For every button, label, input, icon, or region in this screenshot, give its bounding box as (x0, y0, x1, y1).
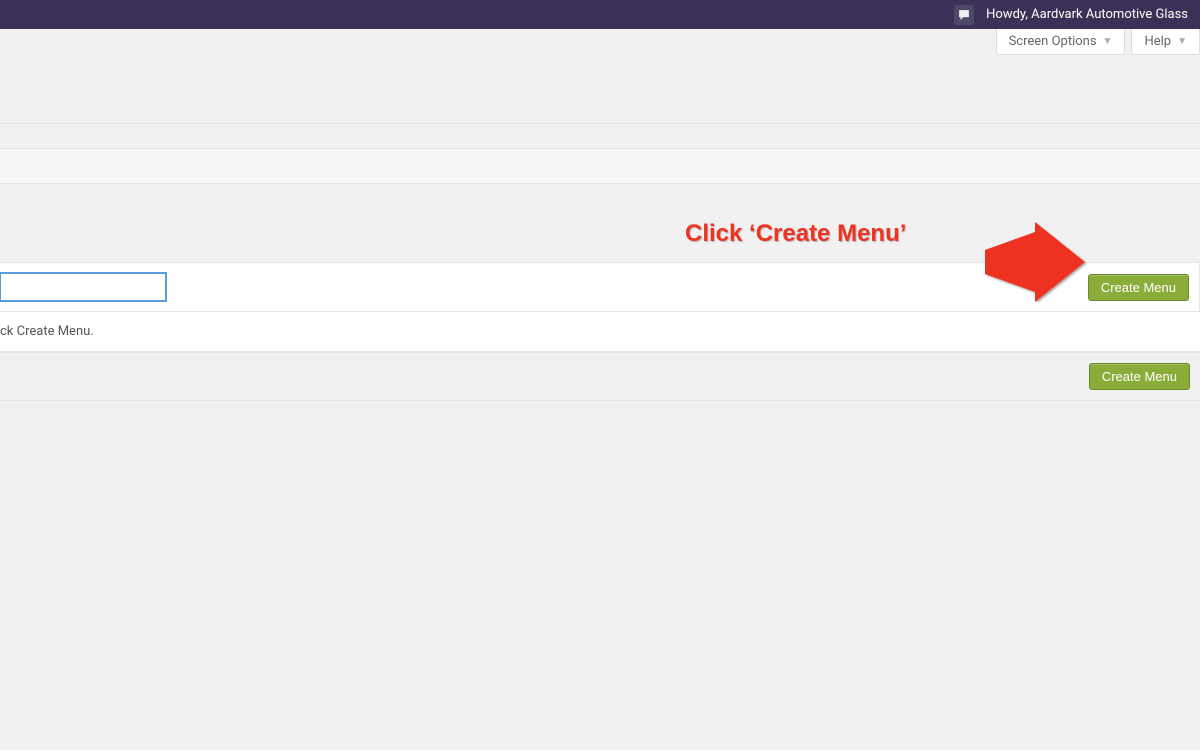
chevron-down-icon: ▼ (1103, 36, 1113, 47)
help-tab[interactable]: Help ▼ (1131, 29, 1200, 55)
nav-tab-wrapper (0, 148, 1200, 184)
howdy-text[interactable]: Howdy, Aardvark Automotive Glass (986, 7, 1192, 22)
screen-options-tab[interactable]: Screen Options ▼ (996, 29, 1126, 55)
annotation-callout: Click ‘Create Menu’ (685, 220, 906, 248)
annotation-text: Click ‘Create Menu’ (685, 220, 906, 248)
menu-body-hint: ck Create Menu. (0, 324, 94, 339)
help-label: Help (1144, 34, 1171, 49)
menu-footer-bar: Create Menu (0, 352, 1200, 401)
annotation-arrow-icon (980, 222, 1090, 302)
menu-name-input[interactable] (0, 273, 166, 301)
menu-body: ck Create Menu. (0, 312, 1200, 352)
admin-bar: Howdy, Aardvark Automotive Glass (0, 0, 1200, 29)
comments-icon[interactable] (954, 5, 974, 25)
chevron-down-icon: ▼ (1177, 36, 1187, 47)
header-spacer (0, 55, 1200, 123)
screen-options-label: Screen Options (1009, 34, 1097, 49)
create-menu-button-top[interactable]: Create Menu (1088, 274, 1189, 301)
screen-meta-links: Screen Options ▼ Help ▼ (0, 29, 1200, 55)
create-menu-button-bottom[interactable]: Create Menu (1089, 363, 1190, 390)
divider (0, 123, 1200, 124)
